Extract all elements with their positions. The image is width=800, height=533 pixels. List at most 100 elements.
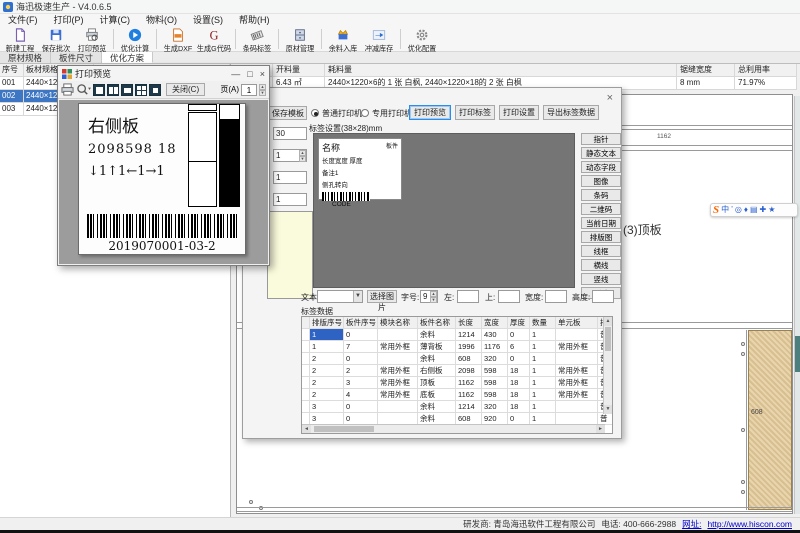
- template-holes-field[interactable]: 侧孔转向: [322, 180, 392, 189]
- scrollbar-thumb[interactable]: [314, 426, 374, 432]
- tool-button-8[interactable]: 线框: [581, 245, 621, 257]
- menu-item-5[interactable]: 帮助(H): [231, 14, 278, 27]
- toolbar-button-reduce-stock[interactable]: 冲减库存: [361, 27, 397, 51]
- stepper-arrows-icon[interactable]: ▲▼: [430, 291, 437, 302]
- menu-item-3[interactable]: 物料(O): [138, 14, 185, 27]
- chevron-down-icon[interactable]: ▼: [353, 291, 362, 302]
- maximize-icon[interactable]: □: [247, 69, 252, 79]
- tool-button-4[interactable]: 条码: [581, 189, 621, 201]
- full-page-view-icon[interactable]: [149, 84, 161, 96]
- column-header[interactable]: 模块名称: [378, 317, 418, 328]
- print-icon[interactable]: [61, 83, 74, 96]
- dialog-close-icon[interactable]: ×: [607, 92, 613, 104]
- tool-button-5[interactable]: 二维码: [581, 203, 621, 215]
- scroll-up-icon[interactable]: ▲: [604, 317, 612, 326]
- tool-button-9[interactable]: 横线: [581, 259, 621, 271]
- scroll-left-icon[interactable]: ◄: [302, 425, 311, 433]
- column-header[interactable]: 宽度: [482, 317, 508, 328]
- tool-button-2[interactable]: 动态字段: [581, 161, 621, 173]
- tab-1[interactable]: 板件尺寸: [51, 52, 102, 63]
- column-header[interactable]: 数量: [530, 317, 556, 328]
- page-stepper-icon[interactable]: ▲▼: [259, 84, 266, 96]
- page-number-input[interactable]: 1: [241, 84, 257, 96]
- special-printer-radio[interactable]: 专用打印机: [361, 106, 412, 120]
- website-label[interactable]: 网址:: [682, 518, 701, 530]
- table-vscrollbar[interactable]: ▲▼: [603, 317, 612, 414]
- zh-mode-icon[interactable]: 中: [721, 204, 729, 216]
- scroll-down-icon[interactable]: ▼: [604, 405, 612, 414]
- tab-0[interactable]: 原材规格: [0, 52, 51, 63]
- tool-button-1[interactable]: 静态文本: [581, 147, 621, 159]
- menu-item-1[interactable]: 打印(P): [46, 14, 92, 27]
- print-label-button[interactable]: 打印标签: [455, 105, 495, 120]
- tool-button-0[interactable]: 指针: [581, 133, 621, 145]
- template-barcode-icon[interactable]: [322, 192, 370, 201]
- export-label-data-button[interactable]: 导出标签数据: [543, 105, 599, 120]
- left-input[interactable]: [457, 290, 479, 303]
- label-setting-input-0[interactable]: 30: [273, 127, 307, 140]
- label-data-row-5[interactable]: 24常用外框底板1162598181常用外框普: [302, 389, 612, 401]
- label-data-row-3[interactable]: 22常用外框右侧板2098598181常用外框普: [302, 365, 612, 377]
- website-link[interactable]: http://www.hiscon.com: [707, 519, 792, 529]
- label-setting-input-1[interactable]: 1▲▼: [273, 149, 307, 162]
- label-data-row-2[interactable]: 20余料60832001普: [302, 353, 612, 365]
- label-data-row-1[interactable]: 17常用外框薄背板1996117661常用外框普: [302, 341, 612, 353]
- menu-item-4[interactable]: 设置(S): [185, 14, 231, 27]
- template-name-field[interactable]: 名称: [322, 143, 340, 153]
- template-note-field[interactable]: 备注1: [322, 168, 392, 177]
- minimize-icon[interactable]: —: [231, 69, 240, 79]
- template-code-field[interactable]: CODE: [322, 201, 398, 208]
- tool-button-10[interactable]: 竖线: [581, 273, 621, 285]
- label-data-row-6[interactable]: 30余料1214320181普: [302, 401, 612, 413]
- font-size-stepper[interactable]: 9 ▲▼: [420, 290, 438, 303]
- label-data-row-4[interactable]: 23常用外框顶板1162598181常用外框普: [302, 377, 612, 389]
- toolbox-icon[interactable]: ✚: [760, 204, 767, 216]
- col-kerf-width[interactable]: 锯缝宽度: [677, 64, 735, 76]
- mic-icon[interactable]: ♦: [744, 204, 748, 216]
- close-icon[interactable]: ×: [260, 69, 265, 79]
- tool-button-3[interactable]: 图像: [581, 175, 621, 187]
- col-cut-amount[interactable]: 开料量: [273, 64, 325, 76]
- two-page-view-icon[interactable]: [107, 84, 119, 96]
- keyboard-icon[interactable]: ▤: [750, 204, 758, 216]
- scroll-right-icon[interactable]: ►: [596, 425, 605, 433]
- toolbar-button-material-manage[interactable]: 原材管理: [282, 27, 318, 51]
- toolbar-button-save-batch[interactable]: 保存批次: [38, 27, 74, 51]
- toolbar-button-offcut-inbound[interactable]: 余料入库: [325, 27, 361, 51]
- column-header[interactable]: 厚度: [508, 317, 530, 328]
- zoom-dropdown-icon[interactable]: [76, 83, 91, 96]
- column-header[interactable]: 单元板: [556, 317, 598, 328]
- scrollbar-thumb[interactable]: [605, 327, 611, 351]
- skin-icon[interactable]: ★: [768, 204, 775, 216]
- top-input[interactable]: [498, 290, 520, 303]
- apostrophe-icon[interactable]: ’: [731, 204, 733, 216]
- menu-item-2[interactable]: 计算(C): [92, 14, 139, 27]
- height-input[interactable]: [592, 290, 614, 303]
- label-setting-input-2[interactable]: 1: [273, 171, 307, 184]
- one-page-view-icon[interactable]: [93, 84, 105, 96]
- label-template[interactable]: 名称 板件 长度宽度 厚度 备注1 侧孔转向 CODE: [318, 138, 402, 200]
- ime-logo-icon[interactable]: S: [713, 204, 719, 216]
- col-material-used[interactable]: 耗料量: [325, 64, 677, 76]
- toolbar-button-print-preview[interactable]: 打印预览: [74, 27, 110, 51]
- menu-item-0[interactable]: 文件(F): [0, 14, 46, 27]
- tab-2[interactable]: 优化方案: [102, 52, 153, 63]
- stepper-arrows-icon[interactable]: ▲▼: [299, 150, 306, 161]
- column-header[interactable]: 排版序号: [310, 317, 344, 328]
- toolbar-button-barcode-label[interactable]: 条码标签: [239, 27, 275, 51]
- emoji-icon[interactable]: ◎: [735, 204, 742, 216]
- template-layout-field[interactable]: 板件: [386, 141, 398, 150]
- print-settings-button[interactable]: 打印设置: [499, 105, 539, 120]
- ime-toolbar[interactable]: S 中’◎♦▤✚★: [710, 203, 798, 217]
- pick-image-button[interactable]: 选择图片: [367, 290, 397, 303]
- text-combobox[interactable]: ▼: [317, 290, 363, 303]
- column-header[interactable]: 长度: [456, 317, 482, 328]
- width-input[interactable]: [545, 290, 567, 303]
- toolbar-button-generate-gcode[interactable]: G生成G代码: [196, 27, 232, 51]
- preview-close-button[interactable]: 关闭(C): [166, 83, 205, 96]
- save-template-button[interactable]: 保存模板: [269, 106, 307, 120]
- label-setting-input-3[interactable]: 1: [273, 193, 307, 206]
- col-serial[interactable]: 序号: [0, 64, 24, 76]
- four-page-view-icon[interactable]: [135, 84, 147, 96]
- toolbar-button-generate-dxf[interactable]: 生成DXF: [160, 27, 196, 51]
